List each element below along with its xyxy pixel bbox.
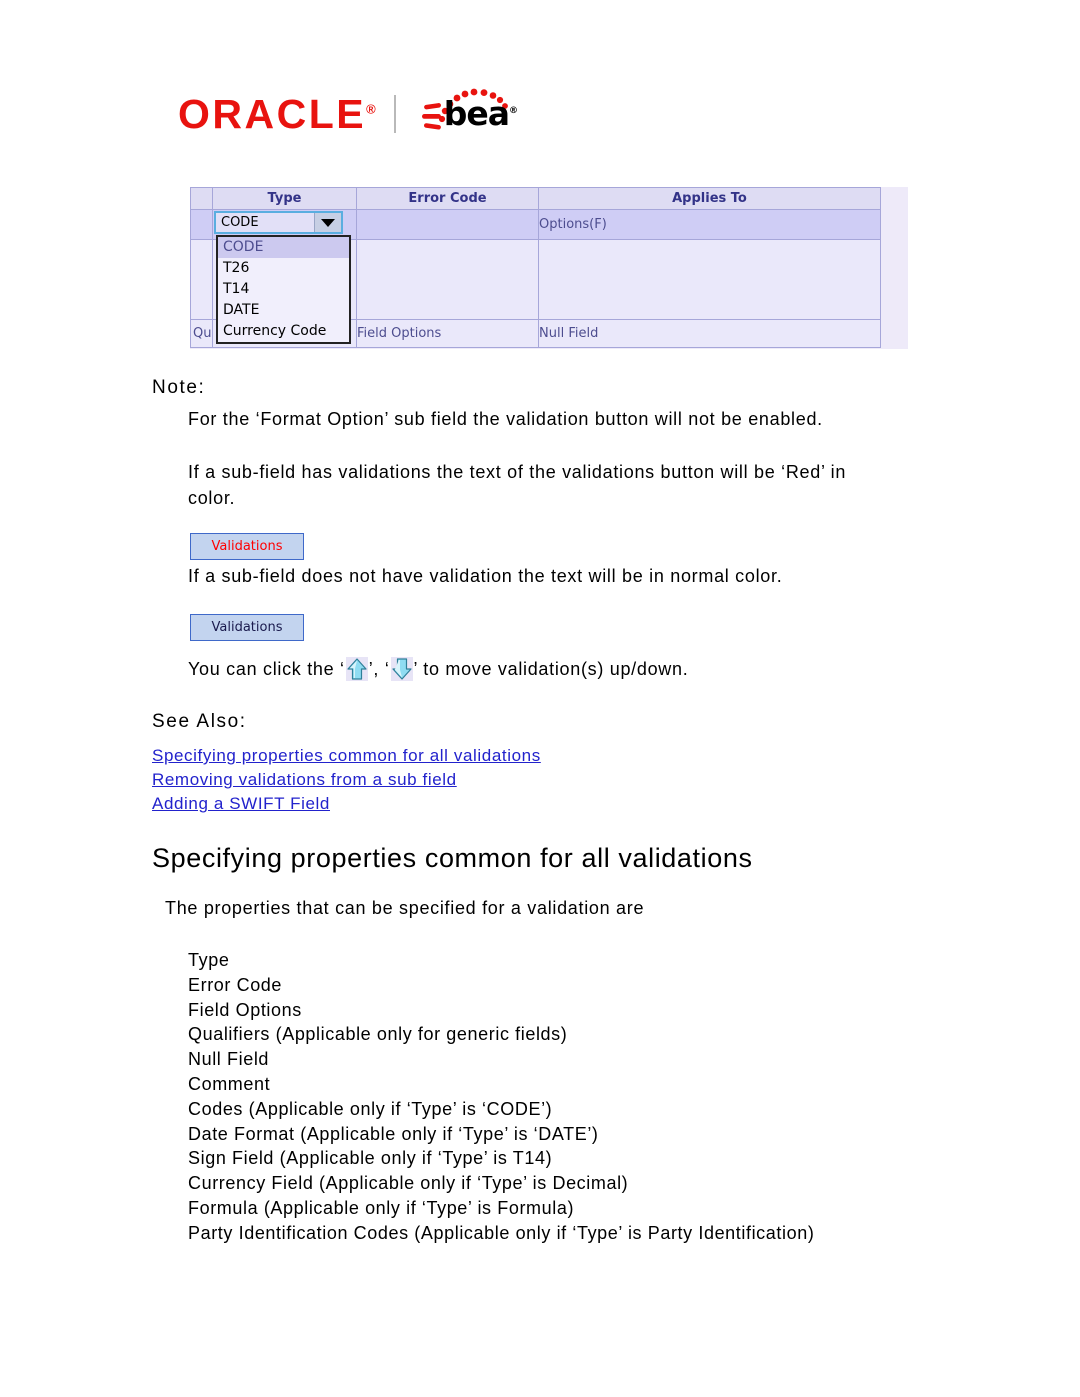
list-item: Sign Field (Applicable only if ‘Type’ is… bbox=[188, 1148, 553, 1169]
list-item: Error Code bbox=[188, 974, 283, 995]
note-paragraph-3: If a sub-field does not have validation … bbox=[188, 566, 783, 586]
dropdown-option-t14[interactable]: T14 bbox=[218, 279, 349, 300]
bea-wordmark: bea® bbox=[444, 97, 518, 130]
chevron-down-icon[interactable] bbox=[314, 213, 341, 232]
list-item: Codes (Applicable only if ‘Type’ is ‘COD… bbox=[188, 1098, 553, 1119]
column-header-type[interactable]: Type bbox=[212, 187, 357, 210]
list-item: Formula (Applicable only if ‘Type’ is Fo… bbox=[188, 1197, 575, 1218]
type-combobox[interactable]: CODE bbox=[214, 211, 343, 234]
validations-button-red-label: Validations bbox=[211, 539, 283, 554]
row-applies-to-cell[interactable]: Options(F) bbox=[538, 209, 881, 240]
validations-button-normal-label: Validations bbox=[211, 620, 283, 635]
properties-list: Type Error Code Field Options Qualifiers… bbox=[188, 948, 814, 1246]
column-header-select[interactable] bbox=[190, 187, 213, 210]
blank-applies-to-cell bbox=[538, 239, 881, 320]
validations-button-red[interactable]: Validations bbox=[190, 533, 304, 560]
row-error-code-cell[interactable] bbox=[356, 209, 539, 240]
blank-select-cell bbox=[190, 239, 213, 320]
footer-qualifiers-cell[interactable]: Qu bbox=[190, 319, 213, 348]
note-paragraph-2: If a sub-field has validations the text … bbox=[188, 462, 847, 508]
type-dropdown-list[interactable]: CODE T26 T14 DATE Currency Code bbox=[216, 235, 351, 344]
list-item: Party Identification Codes (Applicable o… bbox=[188, 1222, 815, 1243]
note-paragraph-1: For the ‘Format Option’ sub field the va… bbox=[188, 409, 823, 429]
link-removing-validations[interactable]: Removing validations from a sub field bbox=[152, 768, 541, 792]
list-item: Type bbox=[188, 950, 230, 970]
blank-error-code-cell bbox=[356, 239, 539, 320]
list-item: Null Field bbox=[188, 1049, 270, 1070]
table-header-row: Type Error Code Applies To bbox=[190, 187, 881, 210]
dropdown-option-currency-code[interactable]: Currency Code bbox=[218, 321, 349, 342]
dropdown-option-code[interactable]: CODE bbox=[218, 237, 349, 258]
bea-registered-mark: ® bbox=[508, 106, 518, 116]
row-select-checkbox-cell[interactable] bbox=[190, 209, 213, 240]
see-also-label: See Also: bbox=[152, 711, 247, 732]
list-item: Qualifiers (Applicable only for generic … bbox=[188, 1024, 568, 1045]
arrow-up-icon[interactable] bbox=[345, 657, 368, 681]
column-header-applies-to[interactable]: Applies To bbox=[538, 187, 881, 210]
bea-wordmark-text: bea bbox=[443, 94, 510, 133]
note-paragraph-4-mid: ’, ‘ bbox=[368, 658, 390, 679]
link-adding-swift-field[interactable]: Adding a SWIFT Field bbox=[152, 792, 541, 816]
list-item: Comment bbox=[188, 1073, 271, 1094]
see-also-links: Specifying properties common for all val… bbox=[152, 744, 541, 816]
validations-button-normal[interactable]: Validations bbox=[190, 614, 304, 641]
dropdown-option-t26[interactable]: T26 bbox=[218, 258, 349, 279]
page-title: Specifying properties common for all val… bbox=[152, 843, 753, 873]
list-item: Date Format (Applicable only if ‘Type’ i… bbox=[188, 1123, 599, 1144]
note-paragraph-4-suffix: ’ to move validation(s) up/down. bbox=[413, 658, 689, 679]
column-header-error-code[interactable]: Error Code bbox=[356, 187, 539, 210]
list-item: Field Options bbox=[188, 999, 302, 1020]
footer-null-field-cell[interactable]: Null Field bbox=[538, 319, 881, 348]
type-combobox-value: CODE bbox=[221, 215, 259, 230]
arrow-down-icon[interactable] bbox=[390, 657, 413, 681]
note-paragraph-4-prefix: You can click the ‘ bbox=[188, 658, 345, 679]
logo-divider bbox=[393, 95, 396, 133]
footer-field-options-cell[interactable]: Field Options bbox=[356, 319, 539, 348]
link-specifying-properties[interactable]: Specifying properties common for all val… bbox=[152, 744, 541, 768]
dropdown-option-date[interactable]: DATE bbox=[218, 300, 349, 321]
oracle-bea-logo: ORACLE® bea® bbox=[178, 88, 520, 140]
validation-table-screenshot: Type Error Code Applies To Options(F) Qu bbox=[190, 187, 908, 349]
bea-logo: bea® bbox=[412, 88, 520, 140]
note-label: Note: bbox=[152, 377, 206, 398]
section-intro: The properties that can be specified for… bbox=[165, 898, 645, 918]
note-paragraph-4: You can click the ‘ ’, ‘ ’ to move valid… bbox=[188, 657, 888, 681]
oracle-wordmark: ORACLE® bbox=[178, 90, 376, 137]
list-item: Currency Field (Applicable only if ‘Type… bbox=[188, 1173, 629, 1194]
oracle-wordmark-text: ORACLE bbox=[178, 90, 367, 137]
oracle-registered-mark: ® bbox=[366, 100, 376, 116]
